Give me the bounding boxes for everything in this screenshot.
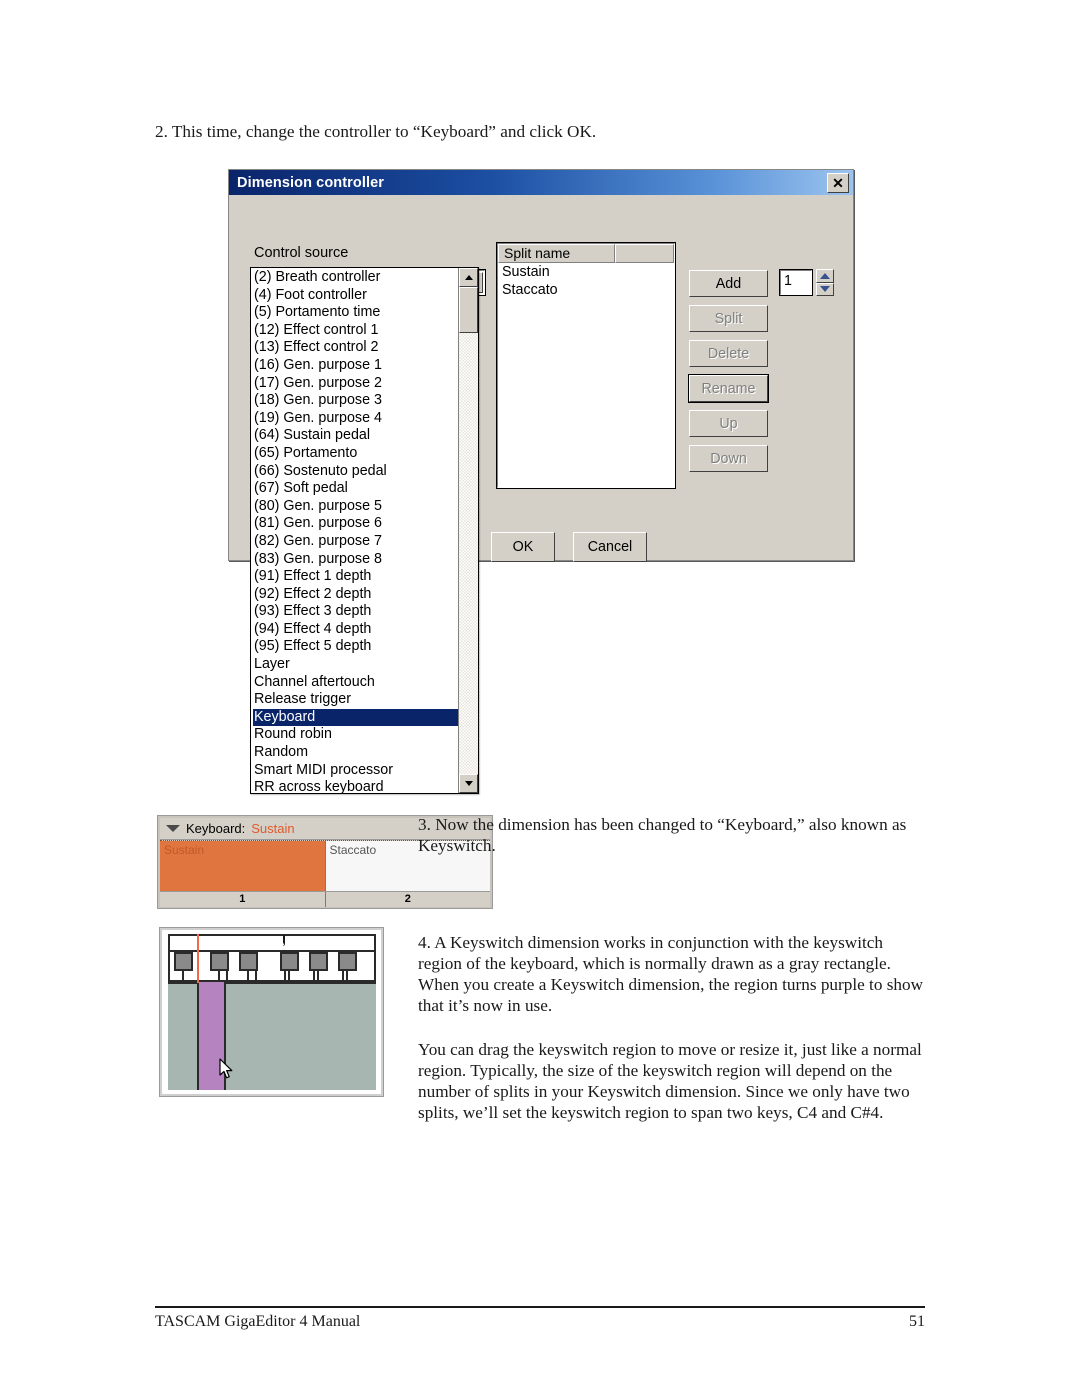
step-2-paragraph: 2. This time, change the controller to “…	[155, 122, 597, 141]
split-list-item[interactable]: Staccato	[498, 281, 674, 299]
dialog-title: Dimension controller	[237, 174, 385, 191]
dialog-titlebar: Dimension controller ✕	[229, 170, 853, 195]
dropdown-item[interactable]: (66) Sostenuto pedal	[253, 463, 458, 481]
scrollbar-track[interactable]	[459, 333, 478, 774]
split-list-header-row: Split name	[498, 244, 674, 263]
key-marker-icon	[282, 933, 286, 946]
dropdown-item[interactable]: (80) Gen. purpose 5	[253, 498, 458, 516]
dropdown-item[interactable]: (95) Effect 5 depth	[253, 638, 458, 656]
collapse-triangle-icon[interactable]	[166, 825, 180, 832]
dropdown-item[interactable]: (2) Breath controller	[253, 269, 458, 287]
dimension-cell-label: Sustain	[164, 843, 205, 857]
add-button[interactable]: Add	[689, 270, 768, 297]
dimension-cell[interactable]: Sustain	[160, 841, 326, 891]
dropdown-item[interactable]: RR across keyboard	[253, 779, 458, 793]
dropdown-item[interactable]: Release trigger	[253, 691, 458, 709]
control-source-label: Control source	[254, 245, 349, 261]
dropdown-item[interactable]: (92) Effect 2 depth	[253, 586, 458, 604]
footer-rule	[155, 1306, 925, 1308]
move-up-button[interactable]: Up	[689, 410, 768, 437]
split-list-rows: Sustain Staccato	[498, 263, 674, 299]
step-3-paragraph: 3. Now the dimension has been changed to…	[418, 815, 907, 855]
dropdown-item[interactable]: (65) Portamento	[253, 445, 458, 463]
footer-page-number: 51	[909, 1313, 925, 1330]
black-key[interactable]	[174, 952, 193, 971]
dropdown-item[interactable]: Channel aftertouch	[253, 674, 458, 692]
scrollbar-thumb[interactable]	[459, 287, 478, 333]
step-4-paragraph: 4. A Keyswitch dimension works in conjun…	[418, 933, 923, 1015]
cancel-button[interactable]: Cancel	[573, 532, 647, 562]
split-count-input[interactable]: 1	[779, 269, 813, 296]
dropdown-item[interactable]: Keyboard	[253, 708, 458, 727]
black-key[interactable]	[280, 952, 299, 971]
split-list-spare-column-header[interactable]	[615, 244, 674, 263]
split-count-stepper[interactable]	[816, 269, 834, 296]
dropdown-item[interactable]: (5) Portamento time	[253, 304, 458, 322]
dropdown-item[interactable]: (4) Foot controller	[253, 287, 458, 305]
dropdown-scrollbar[interactable]	[458, 268, 478, 793]
split-name-column-header[interactable]: Split name	[498, 244, 615, 263]
black-key[interactable]	[239, 952, 258, 971]
rename-button[interactable]: Rename	[688, 374, 769, 403]
black-key[interactable]	[309, 952, 328, 971]
split-name-list[interactable]: Split name Sustain Staccato	[496, 242, 676, 489]
black-key[interactable]	[338, 952, 357, 971]
dropdown-item[interactable]: (83) Gen. purpose 8	[253, 551, 458, 569]
dropdown-item[interactable]: (82) Gen. purpose 7	[253, 533, 458, 551]
dropdown-item[interactable]: Random	[253, 744, 458, 762]
control-source-dropdown-list[interactable]: (2) Breath controller (4) Foot controller…	[250, 267, 479, 794]
delete-button[interactable]: Delete	[689, 340, 768, 367]
scroll-up-icon[interactable]	[459, 268, 478, 287]
manual-page: 2. This time, change the controller to “…	[0, 0, 1080, 1397]
dropdown-item[interactable]: (67) Soft pedal	[253, 480, 458, 498]
dimension-cell-index: 1	[160, 892, 326, 907]
dropdown-item[interactable]: (91) Effect 1 depth	[253, 568, 458, 586]
black-key[interactable]	[210, 952, 229, 971]
dropdown-item[interactable]: (94) Effect 4 depth	[253, 621, 458, 639]
playhead-line	[197, 934, 199, 983]
mouse-cursor-icon	[219, 1058, 235, 1080]
scroll-down-icon[interactable]	[459, 774, 478, 793]
dimension-cell-index: 2	[404, 893, 411, 905]
dropdown-item[interactable]: (19) Gen. purpose 4	[253, 410, 458, 428]
dropdown-item[interactable]: (17) Gen. purpose 2	[253, 375, 458, 393]
stepper-up-icon[interactable]	[816, 269, 834, 283]
dropdown-item[interactable]: (16) Gen. purpose 1	[253, 357, 458, 375]
dropdown-item[interactable]: (64) Sustain pedal	[253, 427, 458, 445]
dropdown-item[interactable]: (93) Effect 3 depth	[253, 603, 458, 621]
step-4b-paragraph: You can drag the keyswitch region to mov…	[418, 1040, 922, 1122]
move-down-button[interactable]: Down	[689, 445, 768, 472]
dimension-cell-indices: 12	[160, 891, 490, 907]
keyboard-region-view[interactable]	[160, 928, 383, 1096]
dropdown-item[interactable]: Smart MIDI processor	[253, 762, 458, 780]
dropdown-item[interactable]: (13) Effect control 2	[253, 339, 458, 357]
split-list-item[interactable]: Sustain	[498, 263, 674, 281]
dropdown-item[interactable]: (12) Effect control 1	[253, 322, 458, 340]
dropdown-items: (2) Breath controller (4) Foot controller…	[251, 268, 458, 793]
split-button[interactable]: Split	[689, 305, 768, 332]
piano-keys[interactable]	[168, 934, 376, 982]
close-icon[interactable]: ✕	[827, 173, 849, 193]
dimension-current-split: Sustain	[251, 821, 295, 836]
dropdown-item[interactable]: Layer	[253, 656, 458, 674]
stepper-down-icon[interactable]	[816, 282, 834, 296]
dropdown-item[interactable]: (81) Gen. purpose 6	[253, 515, 458, 533]
footer-manual-title: TASCAM GigaEditor 4 Manual	[155, 1313, 361, 1330]
dropdown-item[interactable]: (18) Gen. purpose 3	[253, 392, 458, 410]
ok-button[interactable]: OK	[491, 532, 555, 562]
dimension-type-label: Keyboard:	[186, 821, 246, 836]
dropdown-item[interactable]: Round robin	[253, 726, 458, 744]
